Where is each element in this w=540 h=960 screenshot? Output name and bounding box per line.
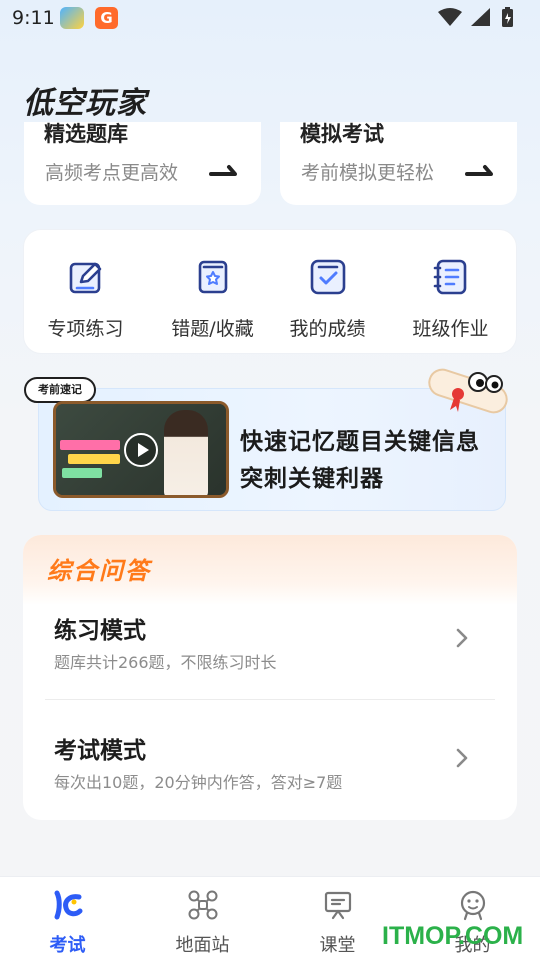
practice-mode-row[interactable]: 练习模式 题库共计266题，不限练习时长 (23, 593, 517, 703)
top-cards: 精选题库 高频考点更高效 模拟考试 考前模拟更轻松 (23, 122, 517, 206)
card-subtitle: 高频考点更高效 (45, 162, 179, 184)
status-icons (436, 6, 526, 34)
feature-wrong-questions[interactable]: 错题/收藏 (151, 258, 274, 341)
bookmark-book-icon (198, 260, 227, 294)
feature-class-homework[interactable]: 班级作业 (389, 258, 512, 341)
card-title: 模拟考试 (300, 122, 384, 146)
feature-special-practice[interactable]: 专项练习 (24, 258, 147, 341)
presentation-icon (324, 891, 351, 920)
feature-label: 我的成绩 (289, 318, 366, 340)
status-time: 9:11 (12, 7, 55, 29)
app-notification-icon (60, 7, 84, 29)
signal-icon (471, 8, 490, 26)
banner-tag: 考前速记 (24, 377, 96, 403)
mock-exam-card[interactable]: 模拟考试 考前模拟更轻松 (280, 122, 517, 205)
app-title: 低空玩家 (23, 86, 147, 121)
browser-notification-icon: G (95, 7, 118, 29)
card-subtitle: 考前模拟更轻松 (301, 162, 435, 184)
chevron-right-icon (456, 628, 468, 648)
card-title: 精选题库 (44, 122, 128, 146)
profile-icon (460, 890, 485, 921)
presenter-image (164, 410, 208, 495)
chevron-right-icon (456, 748, 468, 768)
mode-title: 考试模式 (54, 738, 146, 764)
wifi-icon (438, 8, 462, 26)
feature-grid: 专项练习 错题/收藏 我的成绩 班级作业 (23, 229, 517, 354)
banner-line2: 突刺关键利器 (240, 466, 384, 492)
feature-label: 专项练习 (47, 318, 124, 340)
arrow-right-icon (465, 165, 493, 176)
mode-description: 题库共计266题，不限练习时长 (54, 653, 277, 672)
watermark: ITMOP.COM (382, 922, 524, 950)
drone-icon (188, 890, 217, 920)
mode-description: 每次出10题，20分钟内作答，答对≥7题 (54, 773, 343, 792)
tab-exam[interactable]: 考试 (0, 889, 135, 957)
battery-icon (502, 7, 513, 27)
qa-title: 综合问答 (47, 557, 151, 585)
qa-card: 综合问答 练习模式 题库共计266题，不限练习时长 考试模式 每次出10题，20… (23, 535, 517, 820)
exam-icon (54, 890, 82, 920)
feature-label: 班级作业 (412, 318, 489, 340)
exam-mode-row[interactable]: 考试模式 每次出10题，20分钟内作答，答对≥7题 (23, 713, 517, 820)
feature-my-scores[interactable]: 我的成绩 (266, 258, 389, 341)
feature-label: 错题/收藏 (171, 318, 254, 340)
arrow-right-icon (209, 165, 237, 176)
list-icon (433, 259, 466, 295)
mode-title: 练习模式 (54, 618, 146, 644)
question-bank-card[interactable]: 精选题库 高频考点更高效 (24, 122, 261, 205)
tab-ground-station[interactable]: 地面站 (135, 889, 270, 957)
status-bar: 9:11 G (0, 0, 540, 36)
edit-icon (69, 262, 101, 294)
play-icon[interactable] (124, 433, 158, 467)
divider (45, 699, 495, 700)
tab-label: 考试 (49, 935, 86, 956)
checkbox-icon (310, 259, 345, 295)
scroll-mascot-icon (428, 368, 508, 414)
tab-label: 地面站 (175, 935, 230, 956)
